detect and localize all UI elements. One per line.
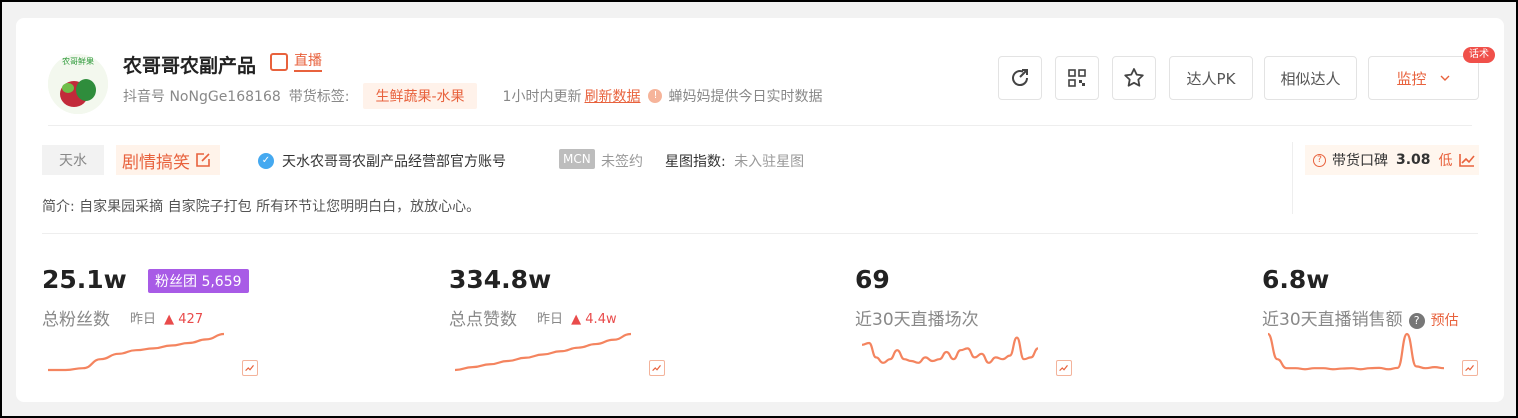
fans-total-label: 总粉丝数 xyxy=(42,310,110,330)
trend-icon[interactable] xyxy=(1056,360,1072,376)
shop-icon xyxy=(270,53,288,71)
edit-icon xyxy=(196,153,210,167)
share-icon xyxy=(1012,69,1029,87)
star-index: 星图指数: 未入驻星图 xyxy=(665,151,804,171)
influencer-name[interactable]: 农哥哥农副产品 xyxy=(123,51,256,78)
fans-trend-chart[interactable] xyxy=(46,332,226,372)
help-icon[interactable]: ? xyxy=(1408,313,1425,329)
qrcode-button[interactable] xyxy=(1055,56,1099,100)
douyin-id: 抖音号 NoNgGe168168 xyxy=(123,89,281,105)
trend-icon[interactable] xyxy=(242,360,258,376)
live-sales-label-text: 近30天直播销售额 xyxy=(1262,310,1403,330)
fans-delta: ▲ 427 xyxy=(164,312,204,327)
realtime-text: 蝉妈妈提供今日实时数据 xyxy=(668,89,823,105)
likes-total-value: 334.8w xyxy=(449,265,552,294)
category-label: 带货标签: xyxy=(288,89,350,105)
favorite-button[interactable] xyxy=(1112,56,1156,100)
qrcode-icon xyxy=(1068,69,1086,87)
likes-trend-chart[interactable] xyxy=(453,332,633,372)
mcn-tag: MCN xyxy=(559,149,595,169)
divider xyxy=(48,125,1472,126)
verified-account: ✓ 天水农哥哥农副产品经营部官方账号 xyxy=(258,151,506,171)
similar-influencer-button[interactable]: 相似达人 xyxy=(1264,56,1357,100)
refresh-data-link[interactable]: 刷新数据 xyxy=(584,86,640,106)
pk-button[interactable]: 达人PK xyxy=(1169,56,1253,100)
fans-total-value: 25.1w xyxy=(42,265,127,294)
reputation-value: 3.08 xyxy=(1396,152,1431,168)
sparkline-series xyxy=(47,332,225,372)
sparkline-series xyxy=(861,336,1039,364)
influencer-card: 农哥鲜果 农哥哥农副产品 直播 抖音号 NoNgGe168168 带货标签: 生… xyxy=(16,18,1504,402)
help-icon[interactable]: ? xyxy=(1313,153,1326,167)
yesterday-label: 昨日 xyxy=(130,312,157,327)
reputation-label: 带货口碑 xyxy=(1332,153,1388,169)
avatar[interactable]: 农哥鲜果 xyxy=(48,54,108,114)
genre-label: 剧情搞笑 xyxy=(122,152,190,173)
star-icon xyxy=(1124,68,1144,87)
estimate-tag: 预估 xyxy=(1430,313,1459,329)
fans-yesterday: 昨日 ▲ 427 xyxy=(130,308,203,327)
fans-club-badge[interactable]: 粉丝团 5,659 xyxy=(148,269,249,293)
likes-delta: ▲ 4.4w xyxy=(571,312,617,327)
likes-total-label: 总点赞数 xyxy=(449,310,517,330)
reputation-level: 低 xyxy=(1438,153,1453,169)
live-sessions-label: 近30天直播场次 xyxy=(855,310,979,330)
city-tag[interactable]: 天水 xyxy=(42,145,104,175)
genre-tag[interactable]: 剧情搞笑 xyxy=(116,145,220,175)
monitor-badge: 话术 xyxy=(1463,47,1495,63)
monitor-button[interactable]: 监控 xyxy=(1368,56,1479,100)
info-icon[interactable]: ! xyxy=(648,89,663,103)
sparkline-series xyxy=(454,332,632,372)
share-button[interactable] xyxy=(998,56,1042,100)
update-text: 1小时内更新 xyxy=(502,89,582,105)
chevron-down-icon xyxy=(1440,75,1449,81)
verified-text: 天水农哥哥农副产品经营部官方账号 xyxy=(282,154,506,170)
yesterday-label: 昨日 xyxy=(537,312,564,327)
monitor-label: 监控 xyxy=(1396,69,1427,88)
mcn-value: 未签约 xyxy=(601,154,643,170)
live-sessions-chart[interactable] xyxy=(860,332,1040,372)
divider xyxy=(42,233,1478,234)
trend-icon[interactable] xyxy=(649,360,665,376)
live-sessions-value: 69 xyxy=(855,265,890,294)
star-index-value: 未入驻星图 xyxy=(734,154,805,170)
trend-icon[interactable] xyxy=(1462,360,1478,376)
likes-yesterday: 昨日 ▲ 4.4w xyxy=(537,308,617,327)
live-sales-value: 6.8w xyxy=(1262,265,1330,294)
category-tag[interactable]: 生鲜蔬果-水果 xyxy=(363,83,477,109)
vertical-divider xyxy=(1292,142,1293,214)
live-sales-chart[interactable] xyxy=(1266,332,1446,372)
live-sales-label: 近30天直播销售额? 预估 xyxy=(1262,305,1459,330)
sparkline-series xyxy=(1267,332,1445,371)
trend-icon xyxy=(1458,154,1475,167)
meta-row: 抖音号 NoNgGe168168 带货标签: 生鲜蔬果-水果 1小时内更新 刷新… xyxy=(123,83,823,109)
avatar-logo-text: 农哥鲜果 xyxy=(62,56,94,66)
intro-text: 简介: 自家果园采摘 自家院子打包 所有环节让您明明白白，放放心心。 xyxy=(42,199,481,215)
star-index-label: 星图指数: xyxy=(665,154,726,170)
verified-icon: ✓ xyxy=(258,153,274,169)
reputation-score[interactable]: ? 带货口碑 3.08 低 xyxy=(1305,145,1479,175)
live-tag[interactable]: 直播 xyxy=(294,52,322,72)
